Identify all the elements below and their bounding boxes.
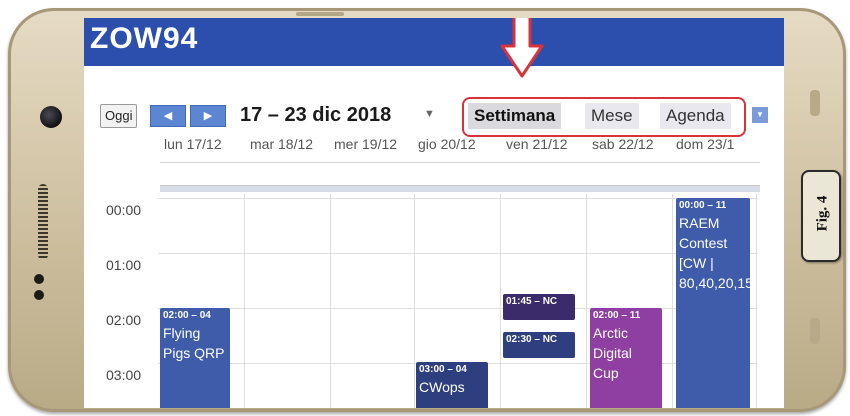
figure-label-tag: Fig. 4 xyxy=(801,170,841,262)
calendar-event[interactable]: 00:00 – 11 RAEM Contest [CW | 80,40,20,1… xyxy=(676,198,750,408)
column-divider xyxy=(244,194,245,408)
today-button[interactable]: Oggi xyxy=(100,104,138,128)
annotation-arrow-icon xyxy=(500,18,544,78)
event-title: Flying Pigs QRP xyxy=(163,325,225,361)
figure-label: Fig. 4 xyxy=(814,195,831,232)
hour-label: 01:00 xyxy=(106,257,142,273)
chevron-right-icon: ▶ xyxy=(203,110,213,122)
calendar-event[interactable]: 03:00 – 04 CWops xyxy=(416,362,488,408)
event-time: 01:45 – NC xyxy=(506,296,558,307)
bezel-key xyxy=(810,90,820,116)
view-month-button[interactable]: Mese xyxy=(585,103,639,129)
day-header: gio 20/12 xyxy=(418,136,476,152)
calendar-toolbar: Oggi ◀ ▶ 17 – 23 dic 2018 ▼ Settimana Me… xyxy=(84,97,784,137)
bezel-key xyxy=(810,318,820,344)
calendar-event[interactable]: 01:45 – NC xyxy=(503,294,575,320)
hour-line xyxy=(158,253,758,254)
event-time: 03:00 – 04 xyxy=(419,364,467,375)
chevron-left-icon: ◀ xyxy=(163,110,173,122)
column-divider xyxy=(586,194,587,408)
day-header: dom 23/1 xyxy=(676,136,735,152)
column-divider xyxy=(672,194,673,408)
app-header: ZOW94 xyxy=(84,18,784,66)
column-divider xyxy=(500,194,501,408)
column-divider xyxy=(756,194,757,408)
day-headers: lun 17/12 mar 18/12 mer 19/12 gio 20/12 … xyxy=(160,136,784,158)
date-dropdown-icon[interactable]: ▼ xyxy=(424,108,435,120)
event-title: CWops xyxy=(419,379,465,395)
calendar-event[interactable]: 02:30 – NC xyxy=(503,332,575,358)
day-header: mer 19/12 xyxy=(334,136,398,152)
day-header: sab 22/12 xyxy=(592,136,654,152)
phone-speaker xyxy=(38,184,48,260)
view-week-button[interactable]: Settimana xyxy=(468,103,562,129)
app-title: ZOW94 xyxy=(90,22,199,55)
event-time: 02:30 – NC xyxy=(506,334,558,345)
event-time: 00:00 – 11 xyxy=(679,200,727,211)
calendar-event[interactable]: 02:00 – 04 Flying Pigs QRP xyxy=(160,308,230,408)
hour-label: 00:00 xyxy=(106,202,142,218)
hour-label: 02:00 xyxy=(106,312,142,328)
day-header: lun 17/12 xyxy=(164,136,222,152)
calendar-screen: ZOW94 Oggi ◀ ▶ 17 – 23 dic 2018 ▼ Settim… xyxy=(84,18,784,408)
event-time: 02:00 – 04 xyxy=(163,310,211,321)
sensor-dot xyxy=(34,274,44,284)
time-grid: 00:00 01:00 02:00 03:00 02:00 – 04 Flyin… xyxy=(84,194,784,408)
calendar-event[interactable]: 02:00 – 11 Arctic Digital Cup xyxy=(590,308,662,408)
date-range-label: 17 – 23 dic 2018 xyxy=(240,104,392,126)
front-camera xyxy=(40,106,62,128)
phone-top-edge xyxy=(296,12,344,16)
all-day-separator xyxy=(160,186,760,192)
all-day-row[interactable] xyxy=(160,162,760,186)
hour-label: 03:00 xyxy=(106,367,142,383)
sensor-dot xyxy=(34,290,44,300)
event-title: Arctic Digital Cup xyxy=(593,325,632,381)
view-menu-icon[interactable]: ▼ xyxy=(752,107,768,123)
day-header: mar 18/12 xyxy=(250,136,314,152)
view-agenda-button[interactable]: Agenda xyxy=(660,103,731,129)
column-divider xyxy=(330,194,331,408)
hour-line xyxy=(158,198,758,199)
column-divider xyxy=(414,194,415,408)
prev-week-button[interactable]: ◀ xyxy=(150,105,186,127)
next-week-button[interactable]: ▶ xyxy=(190,105,226,127)
event-title: RAEM Contest [CW | 80,40,20,15,10] xyxy=(679,215,750,291)
event-time: 02:00 – 11 xyxy=(593,310,641,321)
day-header: ven 21/12 xyxy=(506,136,568,152)
hour-line xyxy=(158,308,758,309)
